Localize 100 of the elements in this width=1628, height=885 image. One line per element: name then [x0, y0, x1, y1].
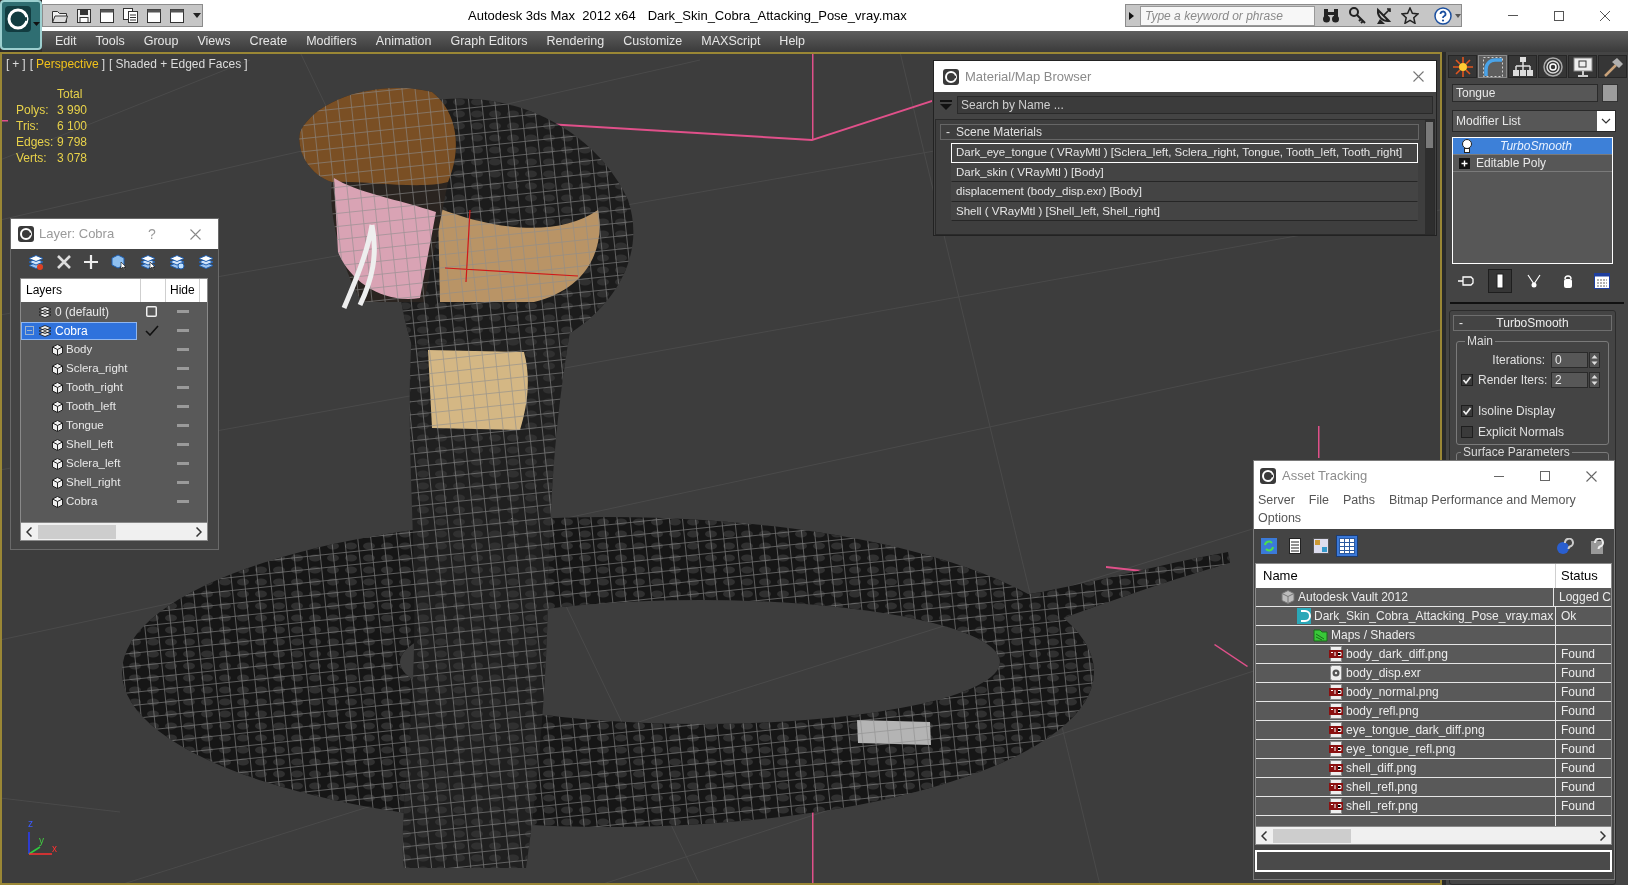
hide-toggle[interactable]	[177, 424, 189, 427]
material-item[interactable]: Dark_skin ( VRayMtl ) [Body]	[951, 162, 1418, 182]
layer-object-item[interactable]: Cobra	[21, 492, 140, 511]
layer-object-item[interactable]: Sclera_left	[21, 454, 140, 473]
cross-icon[interactable]	[57, 254, 71, 269]
asset-name[interactable]: shell_diff.png	[1346, 759, 1417, 777]
hide-toggle[interactable]	[177, 348, 189, 351]
asset-name[interactable]: body_normal.png	[1346, 683, 1439, 701]
scrollbar-thumb[interactable]	[1426, 122, 1433, 148]
spinner-arrows-icon[interactable]	[1589, 372, 1600, 388]
hide-toggle[interactable]	[177, 500, 189, 503]
hide-toggle[interactable]	[177, 405, 189, 408]
hide-toggle[interactable]	[177, 481, 189, 484]
hide-toggle[interactable]	[177, 329, 189, 332]
column-header[interactable]: Hide	[166, 279, 200, 302]
command-panel-tab[interactable]	[1538, 55, 1567, 78]
app-logo-icon[interactable]	[0, 0, 42, 50]
asset-name[interactable]: Dark_Skin_Cobra_Attacking_Pose_vray.max	[1314, 607, 1554, 625]
stack-tool-button[interactable]	[1488, 269, 1512, 293]
menu-item[interactable]: Bitmap Performance and Memory	[1388, 491, 1576, 509]
layer-object-item[interactable]: Body	[21, 340, 140, 359]
asset-name[interactable]: body_dark_diff.png	[1346, 645, 1448, 663]
layer-object-item[interactable]: Tooth_left	[21, 397, 140, 416]
menu-item[interactable]: Group	[143, 32, 179, 51]
hide-toggle[interactable]	[177, 310, 189, 313]
image-file-icon[interactable]	[1329, 741, 1343, 757]
image-file-icon[interactable]	[1329, 703, 1343, 719]
menu-item[interactable]: Graph Editors	[450, 32, 528, 51]
scroll-left-icon[interactable]	[26, 526, 32, 537]
search-field[interactable]: Search by Name ...	[957, 95, 1433, 114]
asset-name[interactable]: body_refl.png	[1346, 702, 1419, 720]
menu-item[interactable]: Animation	[375, 32, 432, 51]
scrollbar-thumb[interactable]	[38, 524, 116, 539]
column-header[interactable]: Name	[1256, 564, 1556, 588]
menu-item[interactable]: MAXScript	[701, 32, 761, 51]
layers-magnifier-icon[interactable]	[169, 253, 185, 270]
expand-caret-icon[interactable]	[1129, 11, 1134, 20]
asset-name[interactable]: eye_tongue_dark_diff.png	[1346, 721, 1485, 739]
material-item[interactable]: Shell ( VRayMtl ) [Shell_left, Shell_right]	[951, 201, 1418, 221]
menu-item[interactable]: Server	[1258, 491, 1295, 509]
image-file-icon[interactable]	[1329, 722, 1343, 738]
close-icon[interactable]	[1585, 470, 1597, 482]
close-icon[interactable]	[1412, 71, 1424, 82]
satellite-dish-icon[interactable]	[1375, 7, 1392, 24]
spinner-arrows-icon[interactable]	[1589, 352, 1600, 368]
text-field[interactable]	[1255, 850, 1612, 872]
menu-item[interactable]: File	[1308, 491, 1329, 509]
menu-item[interactable]: Options	[1258, 509, 1302, 527]
command-panel-tab[interactable]	[1568, 55, 1597, 78]
question-mark-icon[interactable]	[1590, 537, 1606, 555]
command-panel-tab[interactable]	[1508, 55, 1537, 78]
help-icon[interactable]	[1434, 6, 1452, 25]
scrollbar-thumb[interactable]	[1273, 828, 1351, 843]
close-icon[interactable]	[189, 228, 201, 240]
rollout-header[interactable]: - TurboSmooth	[1453, 315, 1612, 331]
question-globe-icon[interactable]	[1556, 537, 1574, 555]
checkbox[interactable]	[1461, 374, 1473, 386]
dropdown-caret-icon[interactable]	[193, 13, 201, 18]
asset-name[interactable]: shell_refr.png	[1346, 797, 1419, 815]
layer-object-item[interactable]: Tooth_right	[21, 378, 140, 397]
asset-name[interactable]: Maps / Shaders	[1331, 626, 1416, 644]
binoculars-icon[interactable]	[1322, 8, 1340, 23]
layer-item[interactable]: Cobra	[21, 321, 137, 340]
modifier-list-dropdown[interactable]: Modifier List	[1452, 110, 1616, 132]
color-swatch-icon[interactable]	[1602, 84, 1618, 102]
hide-toggle[interactable]	[177, 443, 189, 446]
command-panel-tab[interactable]	[1448, 55, 1477, 78]
cube-icon[interactable]	[1281, 590, 1295, 604]
image-file-icon[interactable]	[1329, 798, 1343, 814]
window-icon[interactable]	[170, 8, 184, 23]
menu-item[interactable]: Create	[249, 32, 288, 51]
layer-item[interactable]: 0 (default)	[21, 302, 137, 321]
layer-object-item[interactable]: Tongue	[21, 416, 140, 435]
command-panel-tab[interactable]	[1598, 55, 1627, 78]
scroll-left-icon[interactable]	[1261, 830, 1267, 841]
toolbar-button[interactable]	[1336, 535, 1358, 557]
checkbox[interactable]	[1461, 425, 1473, 438]
object-name-field[interactable]: Tongue	[1452, 84, 1598, 102]
image-file-icon[interactable]	[1329, 646, 1343, 662]
image-file-icon[interactable]	[1329, 684, 1343, 700]
key-icon[interactable]	[1349, 7, 1366, 24]
documents-icon[interactable]	[123, 8, 138, 23]
asset-name[interactable]: body_disp.exr	[1346, 664, 1421, 682]
viewport-menu[interactable]: [ Shaded + Edged Faces ]	[109, 56, 248, 72]
toolbar-button[interactable]	[1310, 535, 1332, 557]
layer-object-item[interactable]: Shell_right	[21, 473, 140, 492]
star-icon[interactable]	[1401, 7, 1419, 24]
hide-toggle[interactable]	[177, 462, 189, 465]
menu-item[interactable]: Edit	[55, 32, 77, 51]
menu-item[interactable]: Help	[779, 32, 806, 51]
search-field[interactable]: Type a keyword or phrase	[1140, 5, 1315, 26]
window-icon[interactable]	[100, 8, 114, 23]
material-item[interactable]: Dark_eye_tongue ( VRayMtl ) [Sclera_left, Sclera_right, Tongue, Tooth_left, Tooth_right]	[951, 143, 1418, 163]
asset-name[interactable]: Autodesk Vault 2012	[1298, 588, 1408, 606]
lightbulb-icon[interactable]	[1461, 139, 1473, 153]
current-layer-toggle[interactable]	[144, 325, 159, 336]
layers-cursor-icon[interactable]	[140, 253, 156, 270]
hide-toggle[interactable]	[177, 367, 189, 370]
menu-item[interactable]: Paths	[1343, 491, 1375, 509]
scroll-right-icon[interactable]	[1600, 830, 1606, 841]
